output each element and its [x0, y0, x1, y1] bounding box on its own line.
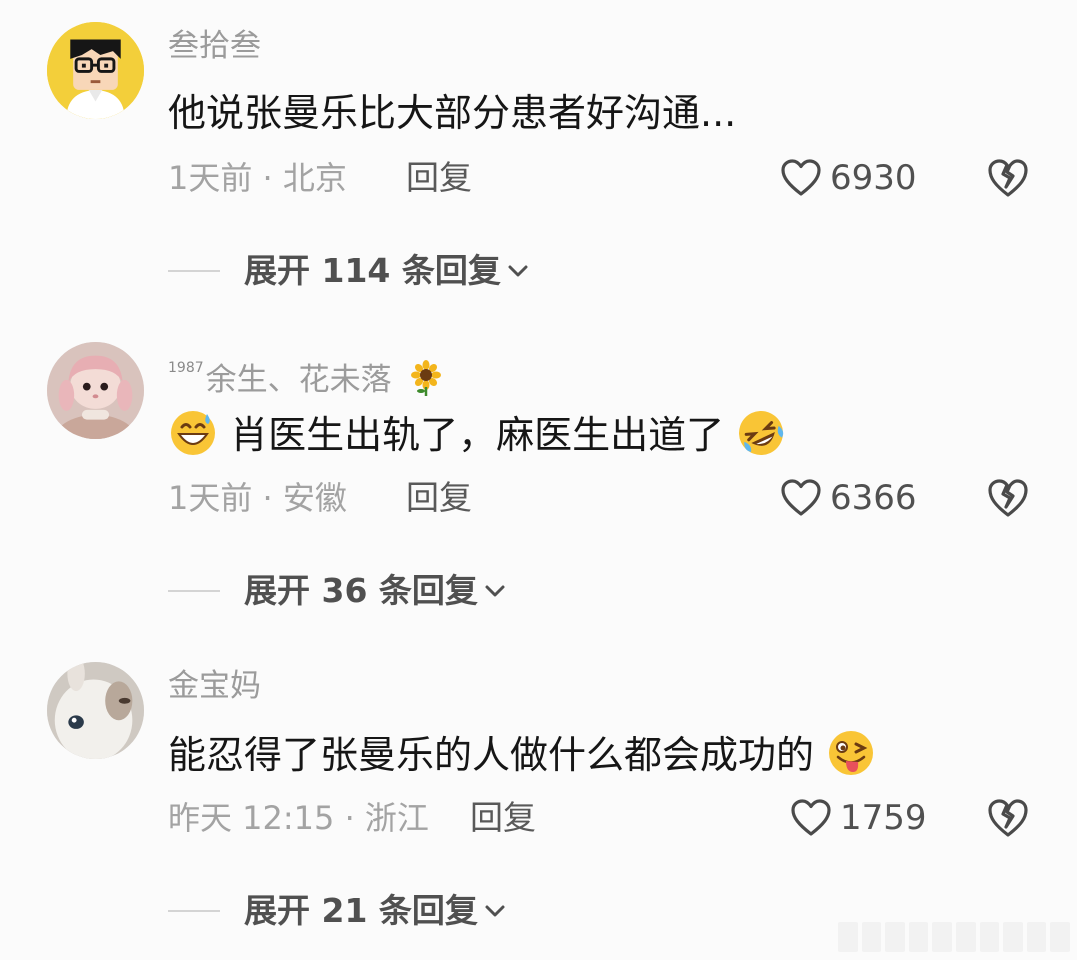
comment-item: 叁拾叁 他说张曼乐比大部分患者好沟通... 1天前 · 北京 回复 6930 展…	[0, 0, 1077, 320]
broken-heart-icon	[988, 799, 1028, 837]
comment-text-content: 能忍得了张曼乐的人做什么都会成功的	[168, 733, 815, 777]
expand-replies-button[interactable]: 展开 21 条回复	[168, 886, 508, 936]
winking-tongue-emoji	[829, 731, 874, 775]
reply-button[interactable]: 回复	[470, 794, 536, 842]
username-text: 叁拾叁	[168, 28, 261, 64]
comment-item: 金宝妈 能忍得了张曼乐的人做什么都会成功的 昨天 12:15 · 浙江 回复 1…	[0, 640, 1077, 960]
comment-text: 肖医生出轨了，麻医生出道了	[168, 408, 786, 460]
heart-outline-icon	[781, 159, 821, 196]
broken-heart-icon	[988, 479, 1028, 517]
rolling-laughing-emoji	[739, 411, 784, 455]
expand-replies-label: 展开 114 条回复	[244, 251, 501, 290]
like-button[interactable]: 1759	[790, 794, 940, 842]
time-location: 1天前 · 安徽	[168, 479, 347, 517]
watermark	[838, 922, 1070, 952]
like-count: 1759	[840, 798, 927, 838]
username[interactable]: 叁拾叁	[168, 26, 261, 66]
username[interactable]: 1987余生、花未落	[168, 348, 444, 400]
expand-replies-button[interactable]: 展开 114 条回复	[168, 246, 531, 296]
grinning-sweat-emoji	[171, 411, 215, 455]
like-count: 6366	[830, 478, 917, 518]
heart-outline-icon	[781, 479, 821, 516]
dislike-button[interactable]	[986, 157, 1030, 199]
username[interactable]: 金宝妈	[168, 666, 261, 706]
chevron-down-icon	[485, 905, 505, 917]
like-button[interactable]: 6930	[780, 154, 930, 202]
time-location: 昨天 12:15 · 浙江	[168, 799, 429, 837]
dislike-button[interactable]	[986, 797, 1030, 839]
avatar[interactable]	[47, 342, 144, 439]
expand-replies-label: 展开 36 条回复	[244, 571, 478, 610]
chevron-down-icon	[508, 265, 528, 277]
comment-text-content: 他说张曼乐比大部分患者好沟通...	[168, 91, 737, 135]
time-location: 1天前 · 北京	[168, 159, 347, 197]
comment-text-content: 肖医生出轨了，麻医生出道了	[230, 413, 725, 457]
reply-button[interactable]: 回复	[406, 154, 472, 202]
heart-outline-icon	[791, 799, 831, 836]
username-text: 金宝妈	[168, 668, 261, 704]
sunflower-icon	[410, 360, 441, 396]
user-badge: 1987	[168, 360, 204, 376]
expand-replies-label: 展开 21 条回复	[244, 891, 478, 930]
expand-replies-button[interactable]: 展开 36 条回复	[168, 566, 508, 616]
divider-line	[168, 270, 220, 272]
divider-line	[168, 910, 220, 912]
reply-button[interactable]: 回复	[406, 474, 472, 522]
avatar[interactable]	[47, 662, 144, 759]
dislike-button[interactable]	[986, 477, 1030, 519]
chevron-down-icon	[485, 585, 505, 597]
comment-text: 能忍得了张曼乐的人做什么都会成功的	[168, 728, 876, 780]
avatar[interactable]	[47, 22, 144, 119]
comment-text: 他说张曼乐比大部分患者好沟通...	[168, 88, 736, 138]
like-count: 6930	[830, 158, 917, 198]
broken-heart-icon	[988, 159, 1028, 197]
divider-line	[168, 590, 220, 592]
like-button[interactable]: 6366	[780, 474, 930, 522]
username-text: 余生、花未落	[205, 362, 392, 398]
comment-item: 1987余生、花未落 肖医生出轨了，麻医生出道了 1天前 · 安徽 回复 636…	[0, 320, 1077, 640]
